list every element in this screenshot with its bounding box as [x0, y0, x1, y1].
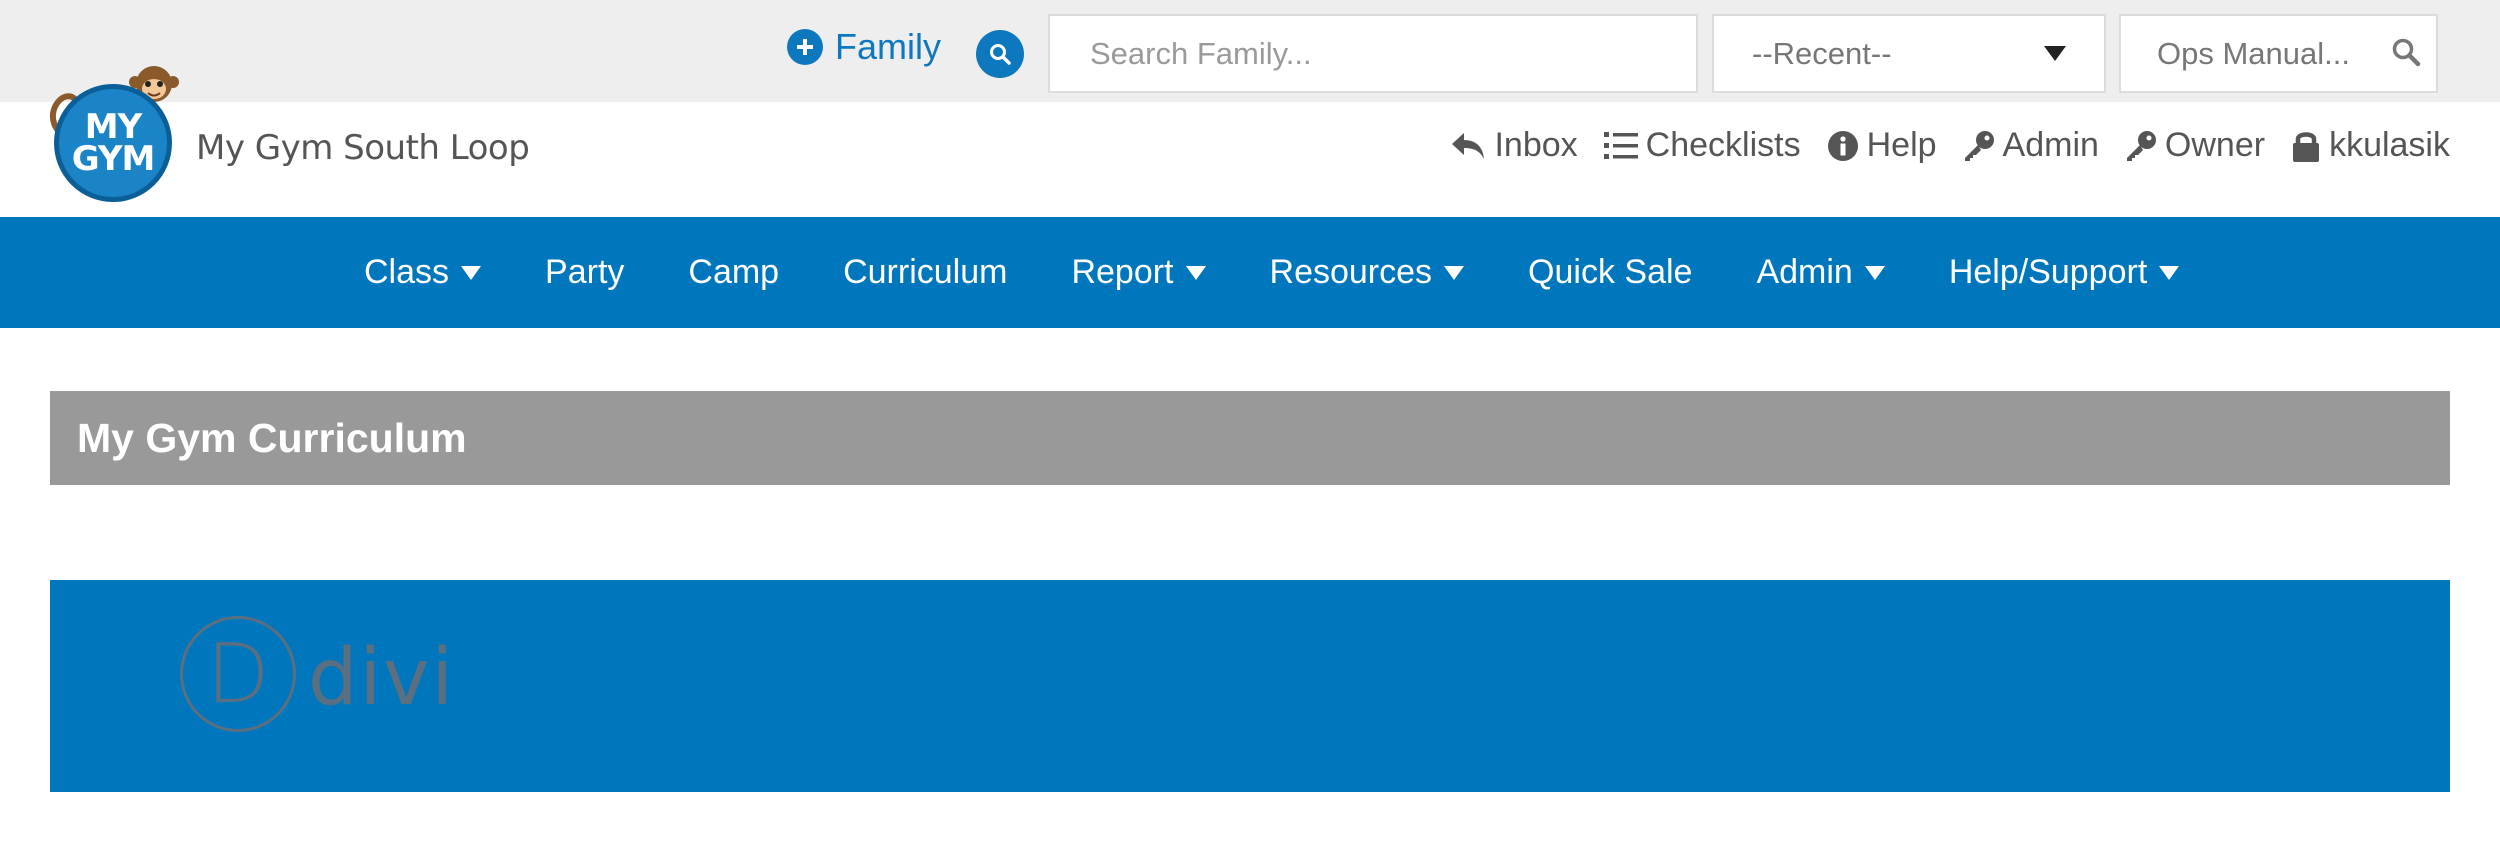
- top-utility-bar: Family --Recent--: [0, 0, 2500, 102]
- key-icon: [1964, 130, 1994, 161]
- owner-link[interactable]: Owner: [2125, 126, 2265, 165]
- checklists-label: Checklists: [1645, 126, 1801, 164]
- nav-admin-label: Admin: [1756, 253, 1853, 291]
- info-icon: [1827, 130, 1858, 161]
- header-links: Inbox Checklists Help Admin Owner kkulas…: [1450, 126, 2450, 165]
- divi-logo: D divi: [180, 616, 455, 732]
- divi-wordmark: divi: [308, 633, 456, 723]
- nav-camp-label: Camp: [688, 253, 780, 291]
- recent-dropdown-value: --Recent--: [1752, 35, 1892, 71]
- nav-report-label: Report: [1071, 253, 1174, 291]
- family-search-button[interactable]: [976, 30, 1024, 78]
- nav-resources-label: Resources: [1269, 253, 1433, 291]
- inbox-link[interactable]: Inbox: [1450, 126, 1578, 165]
- gym-location-name: My Gym South Loop: [196, 128, 530, 168]
- logo-badge: MY GYM: [54, 84, 172, 202]
- list-icon: [1603, 131, 1638, 159]
- username-label: kkulasik: [2329, 126, 2450, 164]
- nav-resources[interactable]: Resources: [1270, 253, 1465, 292]
- my-gym-logo[interactable]: MY GYM: [46, 62, 179, 202]
- caret-down-icon: [1864, 265, 1885, 280]
- search-icon: [990, 44, 1011, 65]
- nav-quick-sale-label: Quick Sale: [1528, 253, 1693, 291]
- owner-label: Owner: [2164, 126, 2266, 164]
- caret-down-icon: [461, 265, 482, 280]
- caret-down-icon: [2044, 46, 2066, 61]
- nav-curriculum[interactable]: Curriculum: [843, 253, 1007, 292]
- nav-party-label: Party: [545, 253, 625, 291]
- main-navigation: Class Party Camp Curriculum Report Resou…: [0, 217, 2500, 328]
- caret-down-icon: [1444, 265, 1465, 280]
- inbox-label: Inbox: [1494, 126, 1578, 164]
- nav-help-support[interactable]: Help/Support: [1948, 253, 2180, 292]
- help-link[interactable]: Help: [1827, 126, 1937, 165]
- add-family-link[interactable]: Family: [787, 22, 941, 72]
- add-family-label: Family: [835, 26, 941, 67]
- search-family-input[interactable]: [1048, 14, 1698, 93]
- content-banner: D divi: [50, 580, 2450, 792]
- user-account-link[interactable]: kkulasik: [2291, 126, 2450, 165]
- nav-class-label: Class: [364, 253, 450, 291]
- checklists-link[interactable]: Checklists: [1603, 126, 1801, 165]
- logo-text-gym: GYM: [71, 139, 156, 179]
- recent-dropdown[interactable]: --Recent--: [1712, 14, 2106, 93]
- nav-help-support-label: Help/Support: [1948, 253, 2148, 291]
- caret-down-icon: [2159, 265, 2180, 280]
- nav-report[interactable]: Report: [1071, 253, 1206, 292]
- nav-camp[interactable]: Camp: [688, 253, 779, 292]
- page-title-bar: My Gym Curriculum: [50, 391, 2450, 485]
- nav-admin[interactable]: Admin: [1756, 253, 1885, 292]
- lock-icon: [2293, 131, 2320, 162]
- divi-circle-icon: D: [180, 616, 296, 732]
- nav-curriculum-label: Curriculum: [843, 253, 1008, 291]
- admin-link[interactable]: Admin: [1963, 126, 2099, 165]
- help-label: Help: [1866, 126, 1937, 164]
- admin-label: Admin: [2002, 126, 2099, 164]
- ops-manual-input[interactable]: [2121, 18, 2371, 89]
- page-title: My Gym Curriculum: [77, 415, 467, 461]
- nav-party[interactable]: Party: [545, 253, 624, 292]
- nav-class[interactable]: Class: [364, 253, 482, 292]
- ops-manual-search: [2119, 14, 2438, 93]
- caret-down-icon: [1185, 265, 1206, 280]
- key-icon: [2126, 130, 2156, 161]
- plus-circle-icon: [787, 29, 823, 65]
- search-icon[interactable]: [2390, 36, 2422, 73]
- nav-quick-sale[interactable]: Quick Sale: [1528, 253, 1692, 292]
- reply-icon: [1452, 132, 1485, 159]
